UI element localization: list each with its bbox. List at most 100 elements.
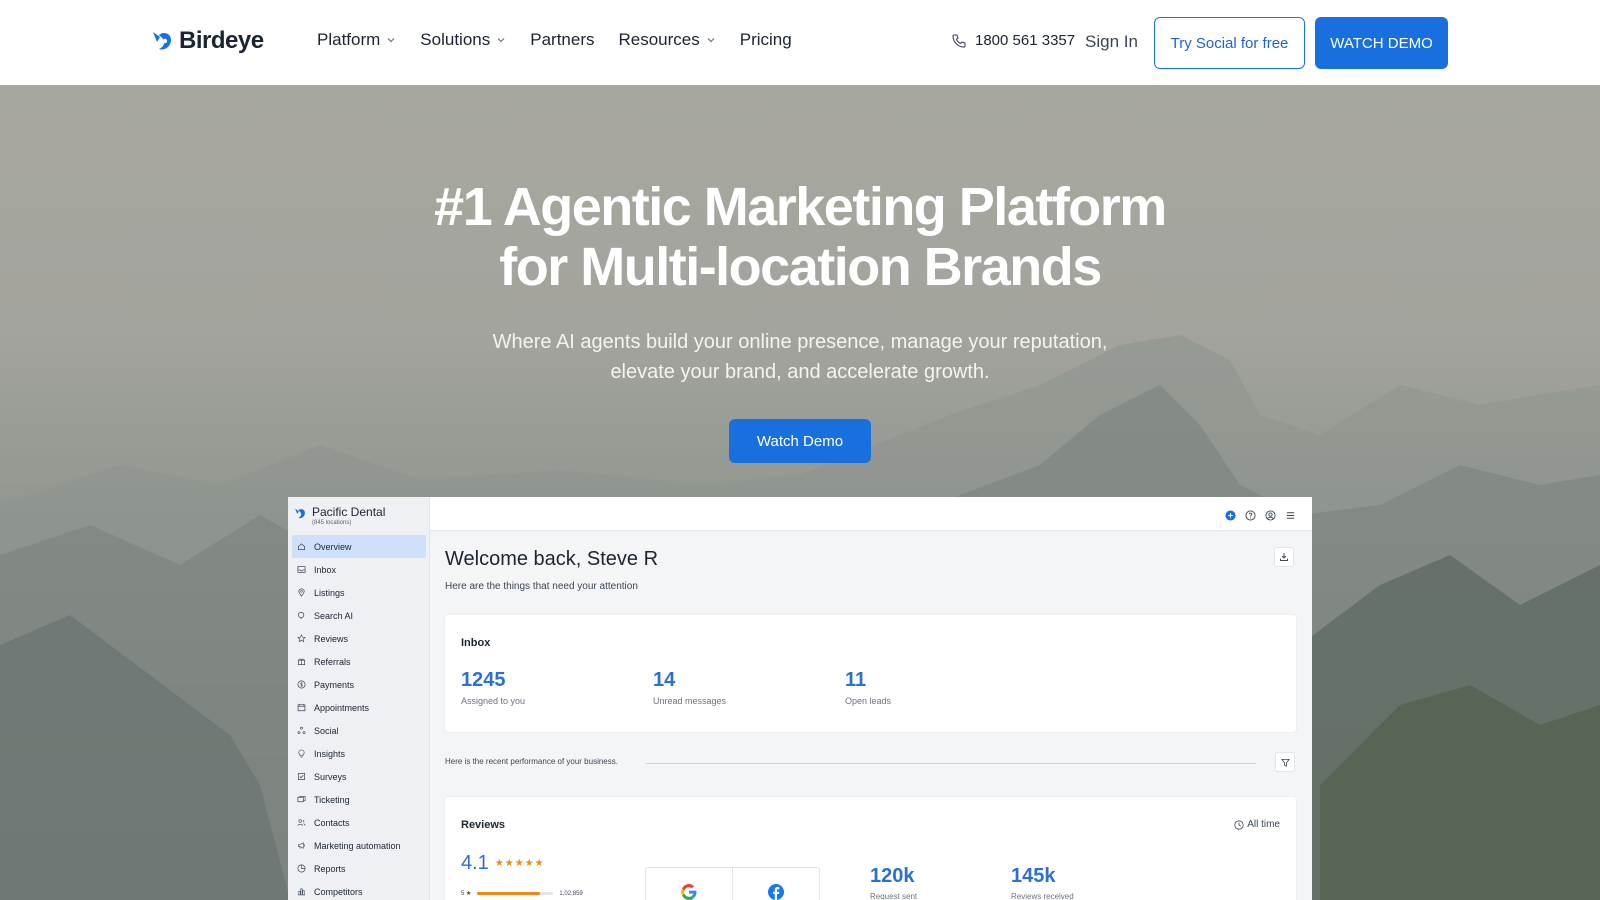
bulb-icon: [298, 749, 305, 758]
sidebar-item-overview[interactable]: Overview: [292, 535, 426, 558]
org-selector[interactable]: Pacific Dental (845 locations): [294, 505, 385, 526]
nav-partners[interactable]: Partners: [530, 30, 594, 50]
sidebar-item-social[interactable]: Social: [292, 719, 426, 742]
stat-requests-sent[interactable]: 120k Request sent: [870, 865, 917, 900]
nav-platform-label: Platform: [317, 30, 381, 49]
hero-subtitle-line2: elevate your brand, and accelerate growt…: [610, 361, 990, 383]
try-social-button[interactable]: Try Social for free: [1154, 17, 1305, 69]
sidebar-item-inbox[interactable]: Inbox: [292, 558, 426, 581]
search-ai-icon: [298, 611, 305, 620]
user-icon[interactable]: [1265, 508, 1276, 521]
stat-value: 11: [845, 669, 867, 691]
hero-section: #1 Agentic Marketing Platform for Multi-…: [0, 85, 1600, 900]
sidebar-item-search-ai[interactable]: Search AI: [292, 604, 426, 627]
stat-label: Request sent: [870, 892, 918, 900]
stat-value: 1245: [461, 669, 506, 691]
checklist-icon: [297, 772, 306, 781]
stat-label: Unread messages: [653, 696, 727, 706]
sidebar-item-label: Search AI: [314, 610, 354, 621]
sidebar-item-contacts[interactable]: Contacts: [292, 811, 426, 834]
sidebar-menu: Overview Inbox Listings Search AI Reviews Ref…: [292, 535, 426, 900]
ticket-icon: [297, 796, 306, 803]
sidebar-item-label: Reports: [314, 863, 346, 874]
phone-link[interactable]: 1800 561 3357: [951, 32, 1075, 49]
sidebar-item-surveys[interactable]: Surveys: [292, 765, 426, 788]
birdeye-logo[interactable]: Birdeye: [151, 27, 264, 55]
sidebar-item-competitors[interactable]: Competitors: [292, 880, 426, 900]
stat-open-leads[interactable]: 11 Open leads: [845, 669, 891, 706]
nav-pricing[interactable]: Pricing: [740, 30, 792, 50]
facebook-icon: [768, 884, 784, 900]
stat-label: Assigned to you: [461, 696, 526, 706]
nav-partners-label: Partners: [530, 30, 595, 49]
rating-bar-track: [477, 892, 554, 895]
phone-icon: [952, 33, 966, 48]
inbox-card: Inbox 1245 Assigned to you 14 Unread mes…: [445, 615, 1296, 732]
nav-solutions[interactable]: Solutions: [420, 30, 506, 50]
period-label: All time: [1247, 819, 1280, 830]
sidebar-item-payments[interactable]: Payments: [292, 673, 426, 696]
sidebar-item-marketing-automation[interactable]: Marketing automation: [292, 834, 426, 857]
sidebar-item-label: Surveys: [314, 771, 347, 782]
sidebar-item-listings[interactable]: Listings: [292, 581, 426, 604]
stat-label: Reviews received: [1011, 892, 1074, 900]
clock-icon: [1234, 819, 1244, 830]
birdeye-logo-icon: [153, 32, 171, 50]
performance-text: Here is the recent performance of your b…: [445, 757, 618, 766]
sidebar-item-label: Overview: [314, 541, 352, 552]
rating-bar-count: 1,02,859: [559, 890, 583, 897]
stat-label: Open leads: [845, 696, 892, 706]
sidebar-item-ticketing[interactable]: Ticketing: [292, 788, 426, 811]
stat-reviews-received[interactable]: 145k Reviews received: [1011, 865, 1074, 900]
hero-title-line2: for Multi-location Brands: [499, 237, 1102, 297]
review-sources: [645, 867, 820, 900]
watch-demo-hero-button[interactable]: Watch Demo: [729, 419, 871, 463]
nav-resources-label: Resources: [618, 30, 700, 49]
main-menu: Platform Solutions Partners Resources Pr…: [317, 30, 792, 50]
sidebar-item-label: Marketing automation: [314, 840, 401, 851]
sidebar-item-label: Referrals: [314, 656, 351, 667]
nav-resources[interactable]: Resources: [618, 30, 715, 50]
rating-bar-row: 5 ★ 1,02,859: [461, 890, 583, 898]
google-icon: [681, 884, 697, 900]
stat-assigned[interactable]: 1245 Assigned to you: [461, 669, 525, 706]
sidebar-item-insights[interactable]: Insights: [292, 742, 426, 765]
period-selector[interactable]: All time: [1234, 819, 1280, 830]
dashboard-preview: Pacific Dental (845 locations) Overview I…: [288, 497, 1312, 900]
brand-name: Birdeye: [179, 27, 264, 54]
help-icon[interactable]: [1245, 508, 1256, 521]
org-name: Pacific Dental: [312, 505, 386, 519]
add-icon[interactable]: [1225, 508, 1236, 521]
nav-platform[interactable]: Platform: [317, 30, 396, 50]
watch-demo-header-button[interactable]: WATCH DEMO: [1315, 17, 1448, 69]
rating-bar-label: 5 ★: [461, 891, 472, 897]
sidebar-item-reviews[interactable]: Reviews: [292, 627, 426, 650]
stat-unread[interactable]: 14 Unread messages: [653, 669, 726, 706]
topbar-icons: [1225, 508, 1296, 521]
contacts-icon: [297, 819, 306, 826]
sidebar-item-appointments[interactable]: Appointments: [292, 696, 426, 719]
sidebar-item-label: Social: [314, 725, 339, 736]
filter-button[interactable]: [1275, 752, 1295, 772]
source-google[interactable]: [646, 868, 733, 900]
social-icon: [297, 726, 306, 735]
sidebar-item-referrals[interactable]: Referrals: [292, 650, 426, 673]
chevron-down-icon: [387, 38, 395, 43]
sidebar-item-label: Listings: [314, 587, 345, 598]
filter-icon: [1280, 758, 1290, 767]
dollar-icon: [297, 680, 306, 689]
sidebar-item-reports[interactable]: Reports: [292, 857, 426, 880]
chevron-down-icon: [497, 38, 505, 43]
rating-value: 4.1: [461, 852, 489, 874]
sign-in-link[interactable]: Sign In: [1085, 32, 1138, 52]
rating-stars: ★★★★★: [494, 858, 545, 869]
source-facebook[interactable]: [733, 868, 819, 900]
hero-subtitle: Where AI agents build your online presen…: [0, 327, 1600, 387]
download-button[interactable]: [1274, 547, 1294, 567]
welcome-heading: Welcome back, Steve R: [445, 548, 659, 570]
sidebar-item-label: Ticketing: [314, 794, 350, 805]
calendar-icon: [297, 703, 306, 712]
phone-number: 1800 561 3357: [975, 32, 1076, 49]
stat-value: 14: [653, 669, 676, 691]
menu-icon[interactable]: [1285, 508, 1296, 519]
